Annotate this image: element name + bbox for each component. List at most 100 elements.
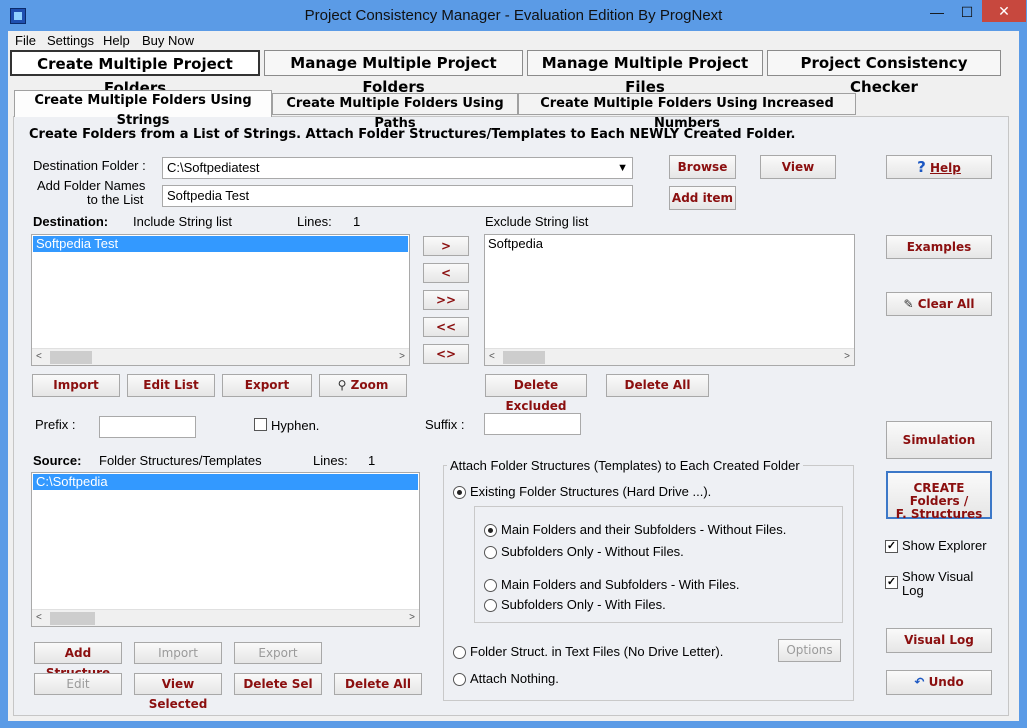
- radio-main-files[interactable]: [484, 579, 497, 592]
- panel-heading: Create Folders from a List of Strings. A…: [29, 127, 796, 142]
- export-button[interactable]: Export: [222, 374, 312, 397]
- exclude-scrollbar[interactable]: < >: [485, 348, 854, 365]
- show-visual-log-label-2: Log: [902, 583, 924, 598]
- menu-buy-now[interactable]: Buy Now: [142, 33, 194, 48]
- minimize-button[interactable]: —: [922, 0, 952, 24]
- delete-all-exclude-button[interactable]: Delete All: [606, 374, 709, 397]
- delete-excluded-button[interactable]: Delete Excluded: [485, 374, 587, 413]
- source-lines-count: 1: [368, 453, 376, 468]
- radio-text-files[interactable]: [453, 646, 466, 659]
- attach-title: Attach Folder Structures (Templates) to …: [447, 458, 803, 473]
- radio-text-files-label: Folder Struct. in Text Files (No Drive L…: [470, 644, 724, 659]
- chevron-down-icon[interactable]: ▼: [617, 158, 628, 178]
- radio-main-no-files[interactable]: [484, 524, 497, 537]
- scroll-right-icon[interactable]: >: [844, 351, 850, 362]
- tab-manage-multiple-project-folders[interactable]: Manage Multiple Project Folders: [264, 50, 523, 96]
- radio-attach-nothing[interactable]: [453, 673, 466, 686]
- exclude-string-label: Exclude String list: [485, 214, 589, 229]
- suffix-label: Suffix :: [425, 417, 465, 432]
- tab-create-multiple-project-folders[interactable]: Create Multiple Project Folders: [10, 50, 260, 97]
- radio-main-files-label: Main Folders and Subfolders - With Files…: [501, 577, 740, 592]
- undo-button[interactable]: ↶ Undo: [886, 670, 992, 695]
- suffix-input[interactable]: [484, 413, 581, 435]
- scroll-thumb[interactable]: [503, 351, 545, 364]
- move-left-button[interactable]: <: [423, 263, 469, 283]
- delete-all-source-button[interactable]: Delete All: [334, 673, 422, 695]
- prefix-input[interactable]: [99, 416, 196, 438]
- clear-all-button[interactable]: ✎ Clear All: [886, 292, 992, 316]
- show-visual-log-label: Show Visual: [902, 569, 974, 584]
- show-explorer-label: Show Explorer: [902, 538, 987, 553]
- scroll-thumb[interactable]: [50, 351, 92, 364]
- move-all-right-button[interactable]: >>: [423, 290, 469, 310]
- create-folders-button[interactable]: CREATE Folders / F. Structures: [886, 471, 992, 521]
- help-button[interactable]: ? Help: [886, 155, 992, 179]
- source-export-button[interactable]: Export: [234, 642, 322, 664]
- source-edit-button[interactable]: Edit: [34, 673, 122, 695]
- browse-button[interactable]: Browse: [669, 155, 736, 179]
- list-item[interactable]: Softpedia: [485, 235, 854, 252]
- delete-sel-button[interactable]: Delete Sel: [234, 673, 322, 695]
- menu-help[interactable]: Help: [103, 33, 130, 48]
- eraser-icon: ✎: [903, 297, 914, 311]
- show-visual-log-checkbox[interactable]: ✓: [885, 576, 898, 589]
- include-list[interactable]: Softpedia Test < >: [31, 234, 410, 366]
- radio-main-no-files-label: Main Folders and their Subfolders - With…: [501, 522, 787, 537]
- radio-sub-no-files[interactable]: [484, 546, 497, 559]
- scroll-left-icon[interactable]: <: [36, 612, 42, 623]
- edit-list-button[interactable]: Edit List: [127, 374, 215, 397]
- window-title: Project Consistency Manager - Evaluation…: [304, 7, 723, 24]
- scroll-thumb[interactable]: [50, 612, 95, 625]
- subtab-using-strings[interactable]: Create Multiple Folders Using Strings: [14, 90, 272, 128]
- view-button[interactable]: View: [760, 155, 836, 179]
- include-string-label: Include String list: [133, 214, 232, 229]
- zoom-button[interactable]: ⚲ Zoom: [319, 374, 407, 397]
- scroll-left-icon[interactable]: <: [489, 351, 495, 362]
- add-item-button[interactable]: Add item: [669, 186, 736, 210]
- source-scrollbar[interactable]: < >: [32, 609, 419, 626]
- scroll-right-icon[interactable]: >: [409, 612, 415, 623]
- source-import-button[interactable]: Import: [134, 642, 222, 664]
- subtab-increased-numbers[interactable]: Create Multiple Folders Using Increased …: [518, 93, 856, 131]
- tab-manage-multiple-project-files[interactable]: Manage Multiple Project Files: [527, 50, 763, 96]
- maximize-button[interactable]: ☐: [952, 0, 982, 24]
- hyphen-checkbox[interactable]: [254, 418, 267, 431]
- subtab-using-paths[interactable]: Create Multiple Folders Using Paths: [272, 93, 518, 131]
- exclude-list[interactable]: Softpedia < >: [484, 234, 855, 366]
- move-right-button[interactable]: >: [423, 236, 469, 256]
- include-lines-count: 1: [353, 214, 361, 229]
- source-label: Source:: [33, 453, 82, 468]
- menu-file[interactable]: File: [15, 33, 36, 48]
- menu-settings[interactable]: Settings: [47, 33, 94, 48]
- destination-folder-label: Destination Folder :: [33, 158, 146, 173]
- simulation-button[interactable]: Simulation: [886, 421, 992, 459]
- include-scrollbar[interactable]: < >: [32, 348, 409, 365]
- list-item[interactable]: Softpedia Test: [33, 236, 408, 252]
- radio-existing[interactable]: [453, 486, 466, 499]
- radio-sub-files-label: Subfolders Only - With Files.: [501, 597, 666, 612]
- radio-sub-files[interactable]: [484, 599, 497, 612]
- options-button[interactable]: Options: [778, 639, 841, 662]
- add-names-label-2: to the List: [87, 192, 144, 207]
- magnifier-icon: ⚲: [337, 378, 347, 392]
- show-explorer-checkbox[interactable]: ✓: [885, 540, 898, 553]
- destination-folder-combo[interactable]: C:\Softpediatest ▼: [162, 157, 633, 179]
- swap-button[interactable]: <>: [423, 344, 469, 364]
- help-label: Help: [930, 161, 961, 175]
- scroll-left-icon[interactable]: <: [36, 351, 42, 362]
- examples-button[interactable]: Examples: [886, 235, 992, 259]
- close-button[interactable]: ✕: [982, 0, 1026, 22]
- view-selected-button[interactable]: View Selected: [134, 673, 222, 711]
- add-names-input[interactable]: Softpedia Test: [162, 185, 633, 207]
- list-item[interactable]: C:\Softpedia: [33, 474, 418, 490]
- import-button[interactable]: Import: [32, 374, 120, 397]
- add-structure-button[interactable]: Add Structure: [34, 642, 122, 680]
- undo-arrow-icon: ↶: [914, 675, 925, 689]
- move-all-left-button[interactable]: <<: [423, 317, 469, 337]
- tab-project-consistency-checker[interactable]: Project Consistency Checker: [767, 50, 1001, 96]
- include-lines-label: Lines:: [297, 214, 332, 229]
- add-names-label: Add Folder Names: [37, 178, 146, 193]
- scroll-right-icon[interactable]: >: [399, 351, 405, 362]
- visual-log-button[interactable]: Visual Log: [886, 628, 992, 653]
- source-list[interactable]: C:\Softpedia < >: [31, 472, 420, 627]
